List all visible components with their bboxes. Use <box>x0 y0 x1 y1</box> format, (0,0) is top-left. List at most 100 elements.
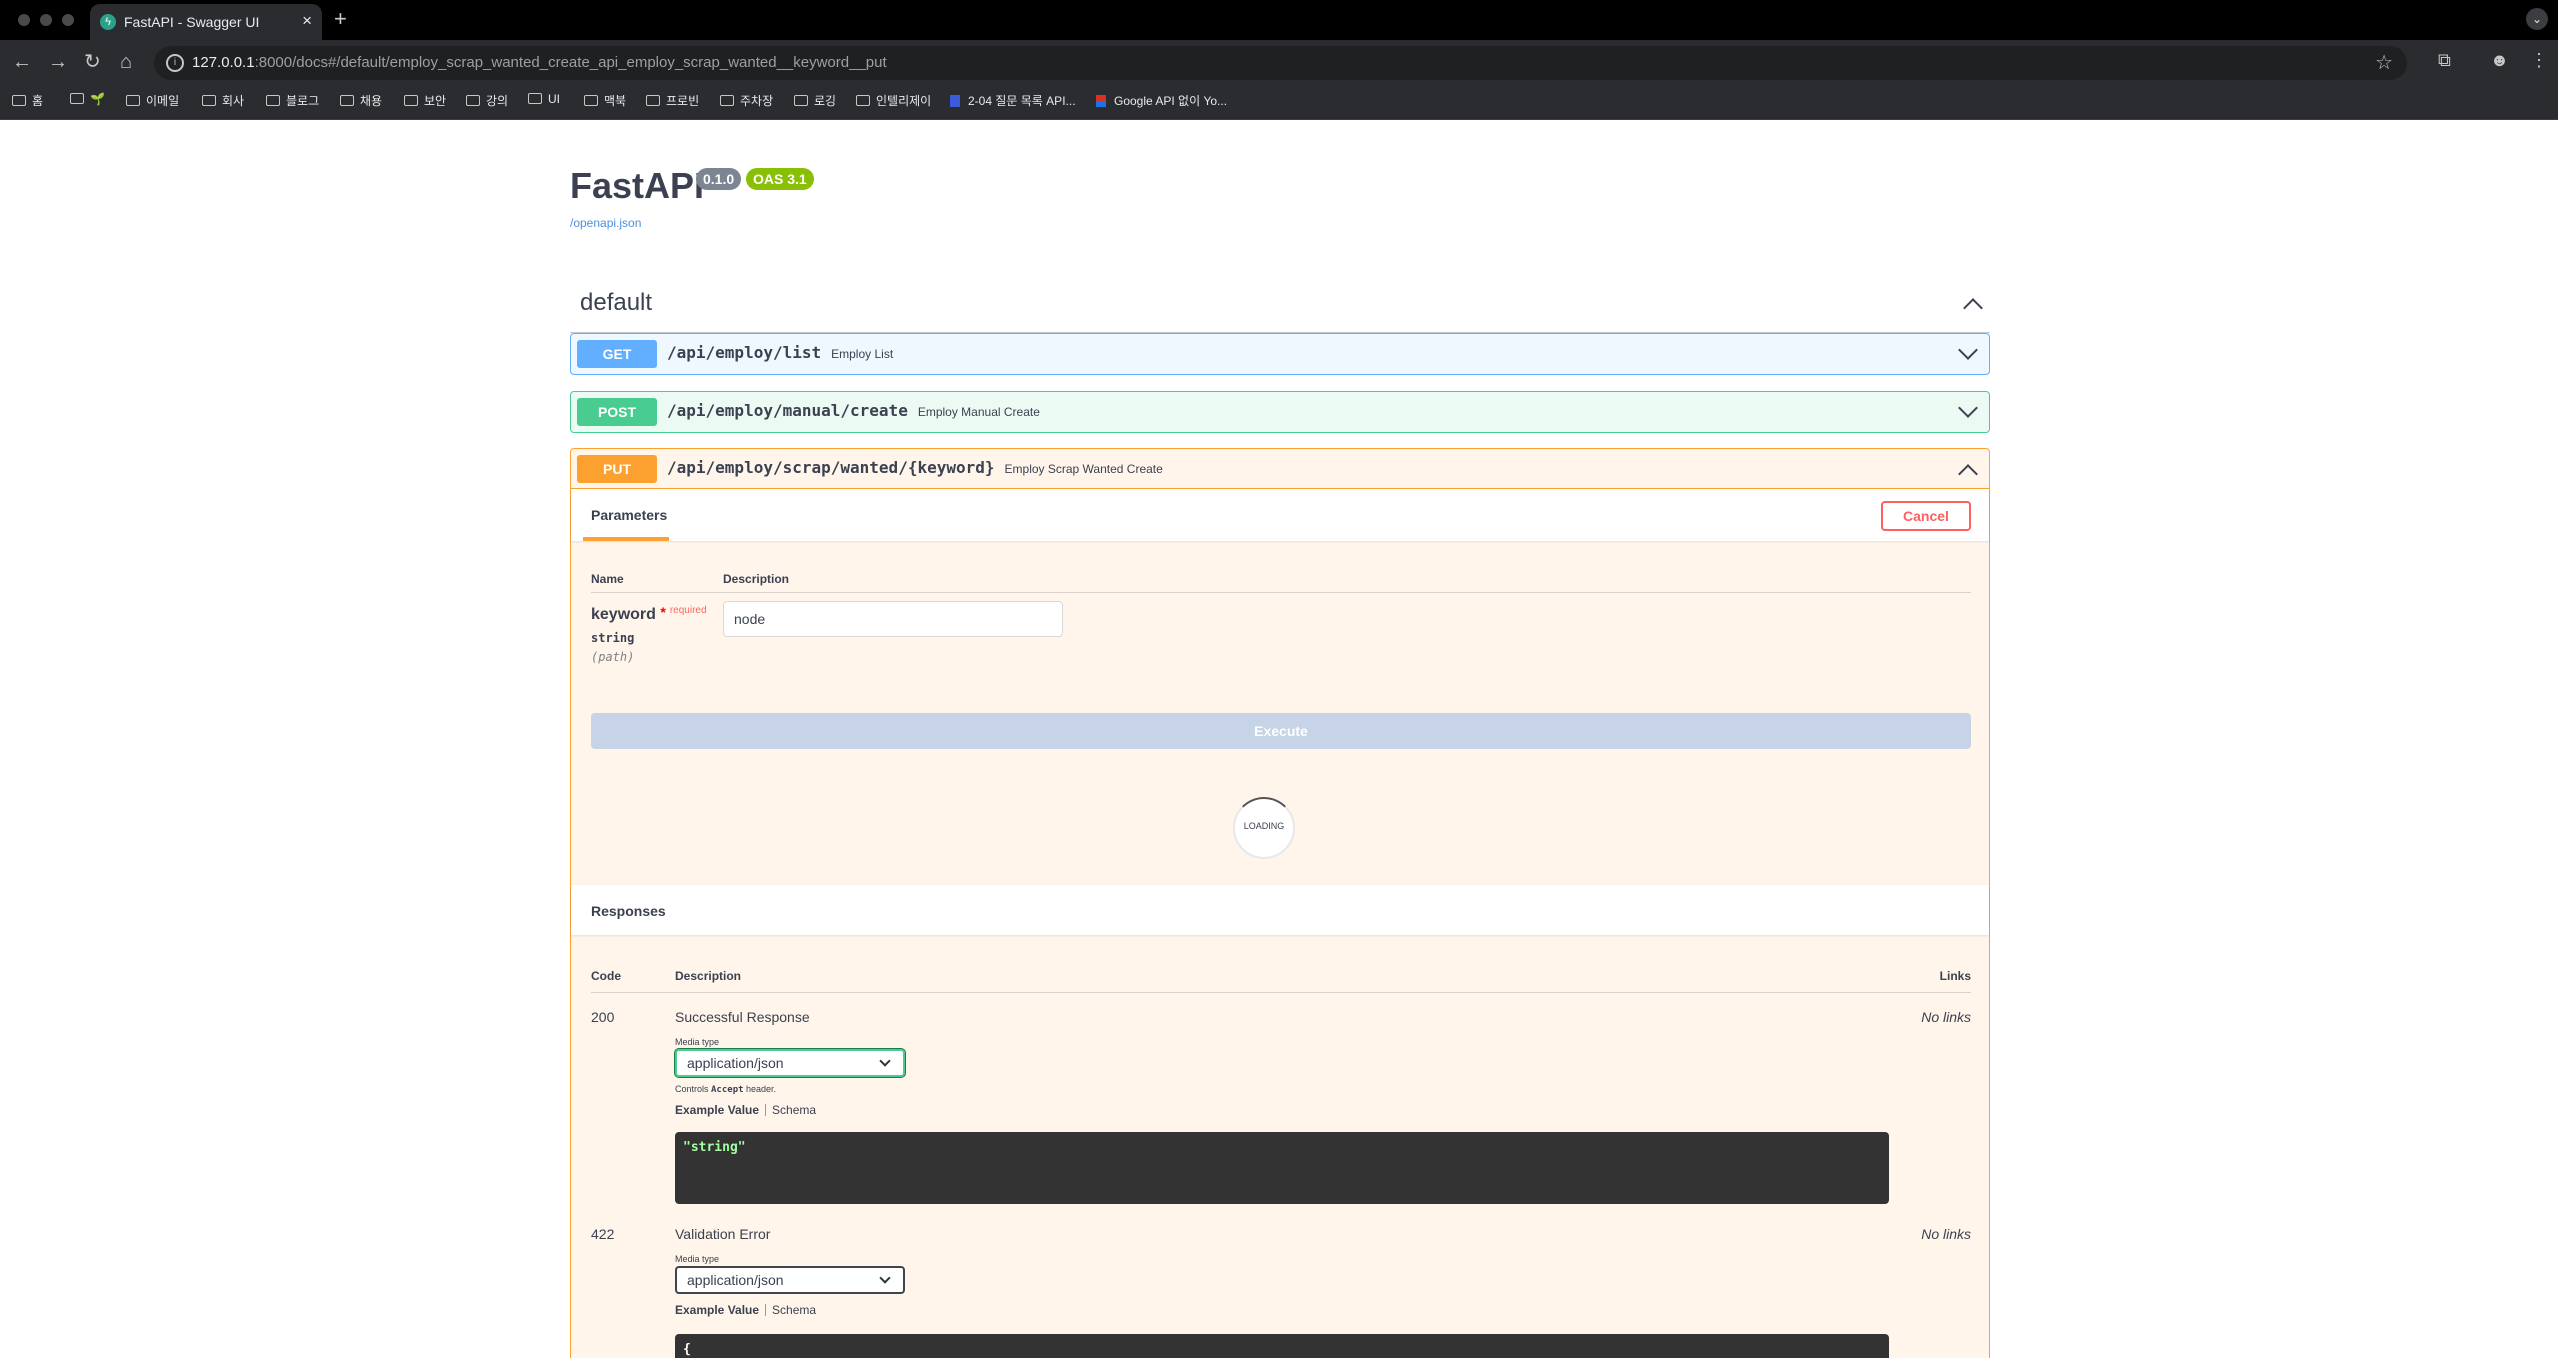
bookmark-folder[interactable]: 이메일 <box>126 92 179 109</box>
folder-icon <box>266 95 280 106</box>
chevron-down-icon[interactable] <box>1958 398 1978 418</box>
media-type-select[interactable]: application/json <box>674 1048 906 1078</box>
response-description: Successful Response <box>675 1009 810 1025</box>
address-bar[interactable]: i 127.0.0.1:8000/docs#/default/employ_sc… <box>154 46 2407 80</box>
parameter-type: string <box>591 631 635 645</box>
bookmark-star-icon[interactable]: ☆ <box>2375 50 2393 75</box>
response-links: No links <box>1921 1226 1971 1242</box>
operation-summary[interactable]: GET /api/employ/list Employ List <box>571 334 1989 374</box>
controls-accept-note: Controls Accept header. <box>675 1084 777 1095</box>
parameters-header: Parameters Cancel <box>571 489 1989 541</box>
bookmark-folder[interactable]: 채용 <box>340 92 382 109</box>
required-star: * <box>660 604 666 620</box>
loading-text: LOADING <box>1243 821 1285 831</box>
tag-section-header[interactable]: default <box>570 275 1990 333</box>
bookmark-folder[interactable]: 블로그 <box>266 92 319 109</box>
forward-arrow-icon[interactable]: → <box>48 50 68 74</box>
bookmark-folder[interactable]: 🌱 <box>70 92 105 106</box>
tab-example-value[interactable]: Example Value <box>675 1103 759 1117</box>
chevron-up-icon[interactable] <box>1963 298 1983 318</box>
bookmark-folder[interactable]: 홈 <box>12 92 43 109</box>
bookmark-link[interactable]: 2-04 질문 목록 API... <box>950 92 1076 109</box>
column-header-description: Description <box>723 572 790 586</box>
chevron-down-icon <box>879 1272 891 1284</box>
bookmark-folder[interactable]: 프로빈 <box>646 92 699 109</box>
chevron-down-icon <box>879 1055 891 1067</box>
response-code: 200 <box>591 1009 615 1025</box>
column-header-code: Code <box>591 969 621 983</box>
site-info-icon[interactable]: i <box>166 54 184 72</box>
bookmark-folder[interactable]: 주차장 <box>720 92 773 109</box>
tab-parameters[interactable]: Parameters <box>591 507 667 523</box>
table-divider <box>591 992 1971 993</box>
method-badge-get: GET <box>577 340 657 368</box>
response-code: 422 <box>591 1226 615 1242</box>
new-tab-plus-icon[interactable]: + <box>334 6 347 32</box>
operation-path: /api/employ/manual/create Employ Manual C… <box>667 401 1040 420</box>
page-title: FastAPI <box>570 165 705 206</box>
operation-summary[interactable]: POST /api/employ/manual/create Employ Man… <box>571 392 1989 432</box>
tab-search-chevron-icon[interactable]: ⌄ <box>2526 8 2548 30</box>
home-icon[interactable]: ⌂ <box>120 50 132 74</box>
bookmarks-bar: 홈 🌱 이메일 회사 블로그 채용 보안 강의 UI 맥북 프로빈 주차장 로깅… <box>0 86 2558 120</box>
minimize-window-dot[interactable] <box>40 14 52 26</box>
operation-path: /api/employ/scrap/wanted/{keyword} Employ… <box>667 458 1163 477</box>
operation-description: Employ Manual Create <box>917 405 1040 419</box>
operation-description: Employ List <box>831 347 894 361</box>
tab-schema[interactable]: Schema <box>772 1303 816 1317</box>
bookmark-folder[interactable]: 인텔리제이 <box>856 92 931 109</box>
oas-badge: OAS 3.1 <box>746 168 814 190</box>
folder-icon <box>466 95 480 106</box>
response-links: No links <box>1921 1009 1971 1025</box>
bookmark-folder[interactable]: 보안 <box>404 92 446 109</box>
bookmark-link[interactable]: Google API 없이 Yo... <box>1096 92 1227 109</box>
column-header-links: Links <box>1939 969 1971 983</box>
bookmark-folder[interactable]: 회사 <box>202 92 244 109</box>
tab-schema[interactable]: Schema <box>772 1103 816 1117</box>
folder-icon <box>646 95 660 106</box>
reload-icon[interactable]: ↻ <box>84 50 101 74</box>
extensions-puzzle-icon[interactable]: ⧉ <box>2438 50 2451 71</box>
tab-example-value[interactable]: Example Value <box>675 1303 759 1317</box>
column-header-name: Name <box>591 572 624 586</box>
folder-icon <box>720 95 734 106</box>
operation-get-employ-list[interactable]: GET /api/employ/list Employ List <box>570 333 1990 375</box>
bookmark-folder[interactable]: UI <box>528 92 560 106</box>
operation-post-employ-manual-create[interactable]: POST /api/employ/manual/create Employ Man… <box>570 391 1990 433</box>
tab-close-icon[interactable]: × <box>302 11 312 31</box>
parameter-location: (path) <box>591 650 635 664</box>
profile-avatar-icon[interactable]: ☻ <box>2490 50 2509 71</box>
chevron-down-icon[interactable] <box>1958 340 1978 360</box>
responses-header: Responses <box>571 885 1989 935</box>
keyword-input[interactable]: node <box>723 601 1063 637</box>
folder-icon <box>202 95 216 106</box>
chevron-up-icon[interactable] <box>1958 464 1978 484</box>
url-text: 127.0.0.1:8000/docs#/default/employ_scra… <box>192 54 887 71</box>
media-type-label: Media type <box>675 1254 720 1264</box>
table-divider <box>591 592 1971 593</box>
example-schema-tabs: Example Value Schema <box>675 1103 816 1117</box>
bookmark-folder[interactable]: 로깅 <box>794 92 836 109</box>
folder-icon <box>404 95 418 106</box>
operation-summary[interactable]: PUT /api/employ/scrap/wanted/{keyword} Em… <box>571 449 1989 489</box>
method-badge-post: POST <box>577 398 657 426</box>
folder-icon <box>528 93 542 104</box>
media-type-label: Media type <box>675 1037 720 1047</box>
parameter-name: keyword * required <box>591 604 707 623</box>
bookmark-folder[interactable]: 강의 <box>466 92 508 109</box>
fastapi-favicon-icon: ϟ <box>100 14 116 30</box>
bookmark-favicon-icon <box>1096 95 1106 107</box>
back-arrow-icon[interactable]: ← <box>12 50 32 74</box>
browser-menu-kebab-icon[interactable]: ⋮ <box>2530 50 2548 71</box>
browser-tab-active[interactable]: ϟ FastAPI - Swagger UI × <box>90 4 322 40</box>
response-description: Validation Error <box>675 1226 771 1242</box>
openapi-json-link[interactable]: /openapi.json <box>570 216 641 230</box>
example-code-block: "string" <box>675 1132 1889 1204</box>
zoom-window-dot[interactable] <box>62 14 74 26</box>
media-type-select[interactable]: application/json <box>675 1266 905 1294</box>
bookmark-folder[interactable]: 맥북 <box>584 92 626 109</box>
close-window-dot[interactable] <box>18 14 30 26</box>
execute-button[interactable]: Execute <box>591 713 1971 749</box>
folder-icon <box>794 95 808 106</box>
cancel-button[interactable]: Cancel <box>1881 501 1971 531</box>
